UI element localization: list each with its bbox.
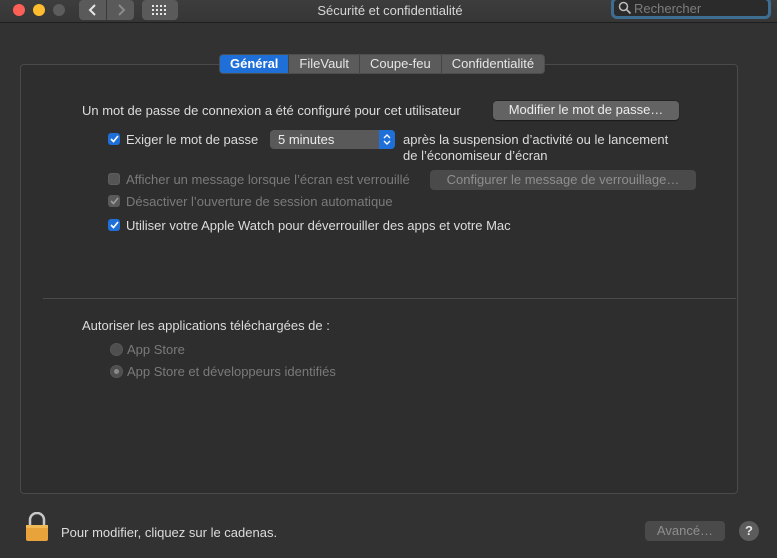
padlock-icon[interactable] (25, 512, 49, 542)
radio-app-store[interactable] (110, 343, 123, 356)
back-button[interactable] (79, 0, 106, 20)
password-delay-value: 5 minutes (278, 132, 335, 147)
zoom-window-button[interactable] (53, 4, 65, 16)
minimize-window-button[interactable] (33, 4, 45, 16)
require-password-checkbox[interactable] (108, 133, 120, 145)
show-message-checkbox[interactable] (108, 173, 120, 185)
tab-filevault[interactable]: FileVault (288, 55, 359, 73)
advanced-button[interactable]: Avancé… (645, 521, 725, 541)
title-bar: Sécurité et confidentialité (0, 0, 777, 23)
chevron-right-icon (117, 4, 125, 16)
radio-selected-dot (114, 369, 119, 374)
checkmark-icon (109, 221, 119, 229)
lock-instruction-text: Pour modifier, cliquez sur le cadenas. (61, 525, 278, 540)
tab-privacy[interactable]: Confidentialité (440, 55, 544, 73)
apple-watch-label: Utiliser votre Apple Watch pour déverrou… (126, 218, 511, 233)
search-icon (618, 1, 632, 15)
require-password-after-text: après la suspension d’activité ou le lan… (403, 132, 669, 147)
chevron-left-icon (88, 4, 96, 16)
checkmark-icon (109, 197, 119, 205)
tab-firewall[interactable]: Coupe-feu (359, 55, 441, 73)
disable-auto-login-checkbox[interactable] (108, 195, 120, 207)
require-password-label: Exiger le mot de passe (126, 132, 259, 147)
show-all-button[interactable] (142, 0, 178, 20)
search-input[interactable] (632, 0, 764, 16)
divider (43, 298, 736, 299)
password-configured-text: Un mot de passe de connexion a été confi… (82, 103, 461, 118)
help-button[interactable]: ? (739, 521, 759, 541)
radio-app-store-identified[interactable] (110, 365, 123, 378)
tab-general[interactable]: Général (220, 55, 289, 73)
radio-app-store-label: App Store (127, 342, 185, 357)
radio-app-store-identified-label: App Store et développeurs identifiés (127, 364, 336, 379)
require-password-after-text-2: de l’économiseur d’écran (403, 148, 548, 163)
updown-arrows-icon (379, 130, 395, 149)
configure-lock-message-button[interactable]: Configurer le message de verrouillage… (430, 170, 696, 190)
search-field[interactable] (611, 0, 771, 19)
change-password-button[interactable]: Modifier le mot de passe… (493, 100, 679, 120)
checkmark-icon (109, 135, 119, 143)
tab-bar: Général FileVault Coupe-feu Confidential… (219, 54, 546, 74)
allow-apps-heading: Autoriser les applications téléchargées … (82, 318, 330, 333)
general-panel (20, 64, 738, 494)
apple-watch-checkbox[interactable] (108, 219, 120, 231)
disable-auto-login-label: Désactiver l’ouverture de session automa… (126, 194, 393, 209)
forward-button[interactable] (106, 0, 134, 20)
window-title: Sécurité et confidentialité (317, 3, 463, 18)
grid-icon (152, 5, 166, 15)
navigation-buttons (79, 0, 134, 20)
show-message-label: Afficher un message lorsque l’écran est … (126, 172, 410, 187)
password-delay-select[interactable]: 5 minutes (270, 130, 395, 149)
close-window-button[interactable] (13, 4, 25, 16)
